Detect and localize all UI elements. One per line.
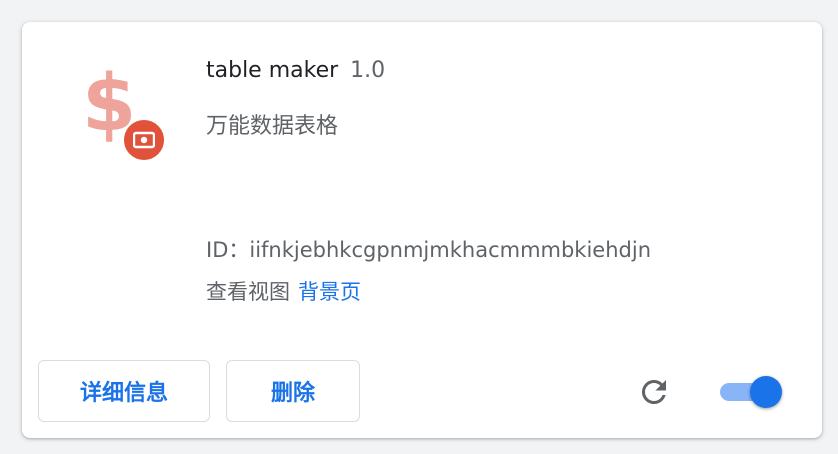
inspect-views-row: 查看视图 背景页 [206, 276, 361, 306]
extension-id-row: ID：iifnkjebhkcgpnmjmkhacmmmbkiehdjn [206, 234, 651, 264]
details-button[interactable]: 详细信息 [38, 360, 210, 422]
inspect-views-label: 查看视图 [206, 280, 290, 304]
toggle-knob [750, 376, 782, 408]
enable-toggle[interactable] [720, 376, 784, 408]
extension-id-value: iifnkjebhkcgpnmjmkhacmmmbkiehdjn [249, 238, 652, 262]
extension-version: 1.0 [350, 58, 386, 83]
extension-name: table maker [206, 58, 339, 83]
background-page-link[interactable]: 背景页 [298, 280, 361, 304]
extension-title: table maker 1.0 [206, 58, 385, 83]
extension-id-label: ID： [206, 238, 250, 262]
remove-button[interactable]: 删除 [226, 360, 360, 422]
extension-card: $ table maker 1.0 万能数据表格 ID：iifnkjebhkcgp… [22, 22, 822, 438]
extension-icon: $ [82, 62, 172, 162]
reload-icon[interactable] [636, 374, 672, 410]
money-badge-icon [122, 118, 166, 162]
extension-description: 万能数据表格 [206, 114, 339, 139]
